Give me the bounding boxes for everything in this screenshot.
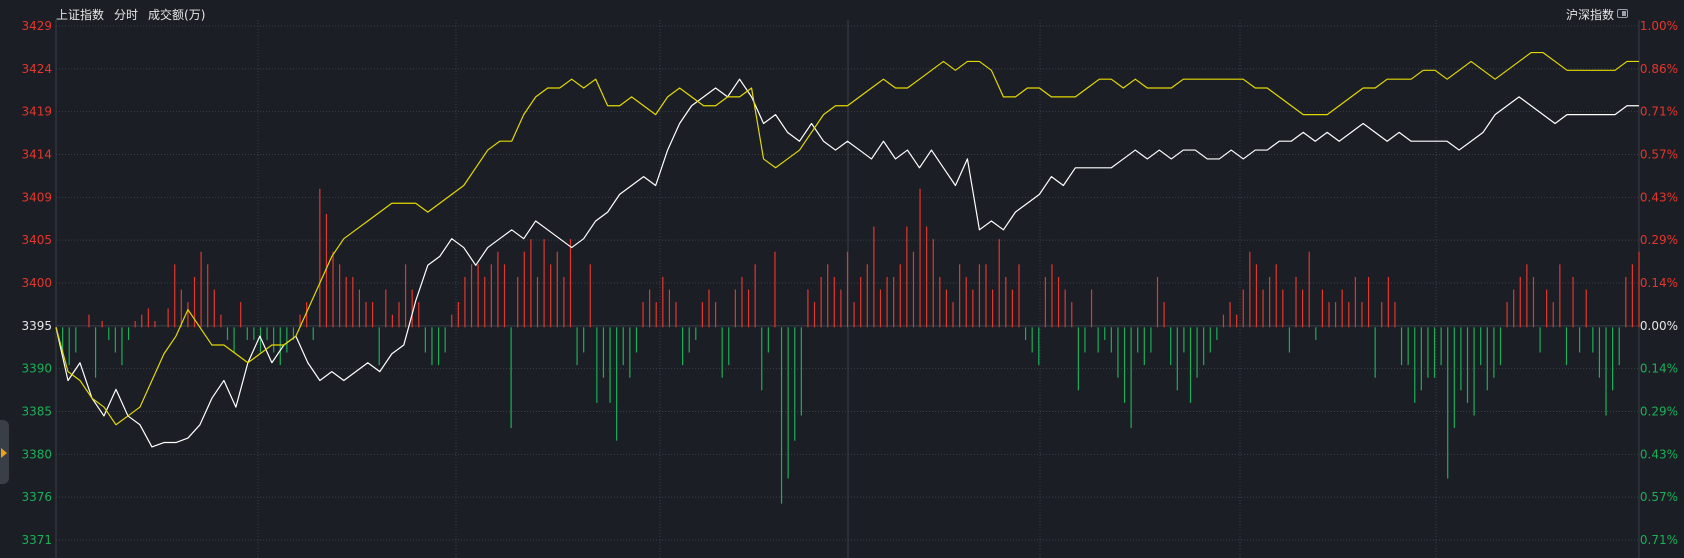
- left-axis-tick: 3409: [21, 190, 52, 204]
- collapse-sidebar-icon[interactable]: [0, 420, 9, 484]
- left-axis-tick: 3429: [21, 19, 52, 33]
- right-axis-tick: 0.43%: [1640, 190, 1678, 204]
- left-axis-tick: 3395: [21, 319, 52, 333]
- right-axis-tick: 0.57%: [1640, 490, 1678, 504]
- left-axis-tick: 3400: [21, 276, 52, 290]
- right-axis-tick: 0.14%: [1640, 362, 1678, 376]
- left-axis-tick: 3385: [21, 405, 52, 419]
- right-axis-tick: 0.86%: [1640, 62, 1678, 76]
- left-axis-tick: 3390: [21, 362, 52, 376]
- left-axis-tick: 3371: [21, 533, 52, 547]
- left-axis-tick: 3424: [21, 62, 52, 76]
- index-name[interactable]: 上证指数: [56, 8, 104, 22]
- panel-toggle-icon[interactable]: [1617, 9, 1628, 18]
- right-axis-tick: 0.14%: [1640, 276, 1678, 290]
- volume-label: 成交额(万): [148, 8, 206, 22]
- compare-index-label[interactable]: 沪深指数: [1566, 6, 1614, 23]
- left-axis-tick: 3376: [21, 490, 52, 504]
- chart-header-left: 上证指数 分时 成交额(万): [56, 6, 215, 23]
- right-axis-tick: 0.29%: [1640, 405, 1678, 419]
- left-axis-tick: 3414: [21, 148, 52, 162]
- left-axis-tick: 3380: [21, 447, 52, 461]
- intraday-chart: 3429 1.00% 3424 0.86% 3419 0.71% 3414 0.57% 3409…: [21, 19, 1678, 558]
- right-axis-tick: 0.00%: [1640, 319, 1678, 333]
- right-axis-tick: 0.43%: [1640, 447, 1678, 461]
- right-axis-tick: 0.29%: [1640, 233, 1678, 247]
- left-axis-tick: 3405: [21, 233, 52, 247]
- left-axis-tick: 3419: [21, 105, 52, 119]
- volume-bars: [61, 188, 1640, 504]
- right-axis-tick: 0.71%: [1640, 533, 1678, 547]
- right-axis-tick: 0.57%: [1640, 148, 1678, 162]
- mode-label[interactable]: 分时: [114, 8, 138, 22]
- right-axis-tick: 1.00%: [1640, 19, 1678, 33]
- right-axis-tick: 0.71%: [1640, 105, 1678, 119]
